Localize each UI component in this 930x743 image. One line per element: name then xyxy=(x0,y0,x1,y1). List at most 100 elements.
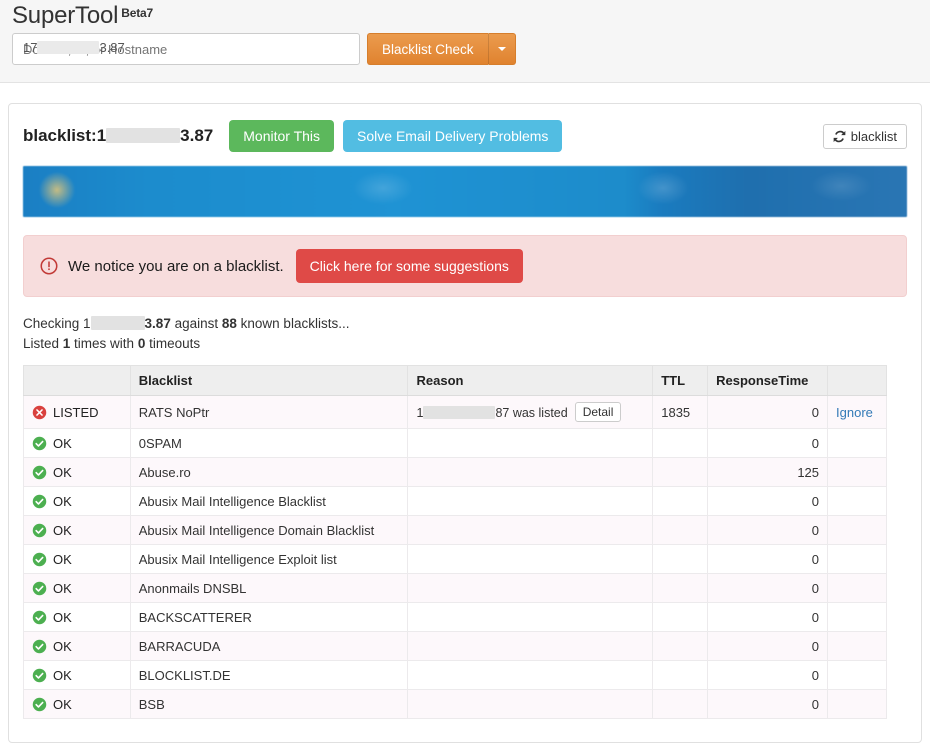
cell-reason xyxy=(407,689,654,719)
table-row: OK BSB 0 xyxy=(23,689,887,719)
cell-ttl: 1835 xyxy=(652,395,709,429)
solve-email-delivery-button[interactable]: Solve Email Delivery Problems xyxy=(343,120,563,152)
status-badge: OK xyxy=(32,639,122,654)
table-row: OK Abuse.ro 125 xyxy=(23,457,887,487)
cell-response-time: 0 xyxy=(707,395,829,429)
status-label: LISTED xyxy=(53,404,99,420)
cell-ttl xyxy=(652,631,709,661)
cell-action xyxy=(827,515,887,545)
check-circle-icon xyxy=(32,697,47,711)
cell-action xyxy=(827,573,887,603)
cell-ttl xyxy=(652,544,709,574)
page-title: blacklist:1 3.87 xyxy=(23,126,213,146)
table-row: OK Abusix Mail Intelligence Domain Blackl… xyxy=(23,515,887,545)
cell-blacklist-name: Abuse.ro xyxy=(129,457,409,487)
cell-response-time: 125 xyxy=(707,457,829,487)
table-row: OK Anonmails DNSBL 0 xyxy=(23,573,887,603)
check-circle-icon xyxy=(32,436,47,450)
cell-action xyxy=(827,602,887,632)
cell-reason xyxy=(407,660,654,690)
th-responsetime: ResponseTime xyxy=(707,365,829,396)
cell-response-time: 0 xyxy=(707,515,829,545)
cell-ttl xyxy=(652,573,709,603)
blacklist-check-dropdown-button[interactable] xyxy=(487,33,516,65)
cell-ttl xyxy=(652,457,709,487)
cell-blacklist-name: Abusix Mail Intelligence Exploit list xyxy=(129,544,409,574)
cell-response-time: 0 xyxy=(707,573,829,603)
search-button-group: Blacklist Check xyxy=(367,33,516,65)
cell-action xyxy=(827,660,887,690)
refresh-blacklist-button[interactable]: blacklist xyxy=(822,124,907,149)
status-badge: OK xyxy=(32,436,122,451)
cell-blacklist-name: Abusix Mail Intelligence Blacklist xyxy=(129,486,409,516)
chevron-down-icon xyxy=(497,47,506,51)
reason-prefix: 1 xyxy=(416,406,424,420)
redacted-ip-block xyxy=(90,316,145,330)
cell-action xyxy=(827,457,887,487)
cell-reason xyxy=(407,544,654,574)
checking-suffix: 3.87 xyxy=(144,316,171,331)
cell-ttl xyxy=(652,689,709,719)
cell-status: OK xyxy=(23,573,131,603)
status-summary: Checking 1 3.87 against 88 known blacklis… xyxy=(23,314,907,354)
blacklist-check-button[interactable]: Blacklist Check xyxy=(367,33,488,65)
cell-status: OK xyxy=(23,486,131,516)
cell-action xyxy=(827,631,887,661)
cell-status: OK xyxy=(23,602,131,632)
cell-status: OK xyxy=(23,428,131,458)
search-row: 173.87 Blacklist Check xyxy=(12,33,516,65)
th-reason: Reason xyxy=(407,365,654,396)
suggestions-button[interactable]: Click here for some suggestions xyxy=(295,249,523,283)
beta-badge: Beta7 xyxy=(121,6,153,20)
check-circle-icon xyxy=(32,552,47,566)
status-label: OK xyxy=(53,638,72,654)
table-row: LISTED RATS NoPtr 1 87 was listed Detail 1835… xyxy=(23,395,887,429)
cell-status: OK xyxy=(23,544,131,574)
cell-reason xyxy=(407,457,654,487)
results-panel: blacklist:1 3.87 Monitor This Solve Email… xyxy=(8,103,922,743)
refresh-blacklist-label: blacklist xyxy=(850,129,897,144)
promo-banner-image[interactable] xyxy=(23,166,907,217)
table-head: Blacklist Reason TTL ResponseTime xyxy=(23,365,887,396)
cell-reason xyxy=(407,486,654,516)
check-circle-icon xyxy=(32,523,47,537)
check-circle-icon xyxy=(32,610,47,624)
listed-line: Listed 1 times with 0 timeouts xyxy=(23,334,907,354)
th-blacklist: Blacklist xyxy=(129,365,409,396)
table-row: OK BACKSCATTERER 0 xyxy=(23,602,887,632)
blacklist-alert: We notice you are on a blacklist. Click … xyxy=(23,235,907,297)
detail-button[interactable]: Detail xyxy=(574,402,622,422)
status-badge: OK xyxy=(32,552,122,567)
status-badge: OK xyxy=(32,668,122,683)
cell-blacklist-name: RATS NoPtr xyxy=(129,395,409,429)
status-badge: OK xyxy=(32,465,122,480)
cell-action xyxy=(827,689,887,719)
status-label: OK xyxy=(53,522,72,538)
cell-status: OK xyxy=(23,689,131,719)
cell-reason xyxy=(407,602,654,632)
cell-response-time: 0 xyxy=(707,631,829,661)
listed-suffix: timeouts xyxy=(145,336,201,351)
cell-status: LISTED xyxy=(23,395,131,429)
redacted-title-block xyxy=(106,128,181,143)
cell-ttl xyxy=(652,486,709,516)
cell-blacklist-name: BARRACUDA xyxy=(129,631,409,661)
table-row: OK 0SPAM 0 xyxy=(23,428,887,458)
cell-ttl xyxy=(652,602,709,632)
search-input[interactable] xyxy=(12,33,360,65)
status-badge: OK xyxy=(32,581,122,596)
cell-status: OK xyxy=(23,631,131,661)
status-badge: OK xyxy=(32,523,122,538)
cell-blacklist-name: BLOCKLIST.DE xyxy=(129,660,409,690)
error-circle-icon xyxy=(32,405,47,419)
table-row: OK Abusix Mail Intelligence Blacklist 0 xyxy=(23,486,887,516)
check-circle-icon xyxy=(32,581,47,595)
cell-action xyxy=(827,544,887,574)
cell-status: OK xyxy=(23,660,131,690)
table-header-row: Blacklist Reason TTL ResponseTime xyxy=(23,365,887,396)
redacted-reason-block xyxy=(423,406,496,419)
monitor-this-button[interactable]: Monitor This xyxy=(229,120,335,152)
ignore-link[interactable]: Ignore xyxy=(836,405,873,420)
panel-header: blacklist:1 3.87 Monitor This Solve Email… xyxy=(9,104,921,152)
cell-ttl xyxy=(652,428,709,458)
